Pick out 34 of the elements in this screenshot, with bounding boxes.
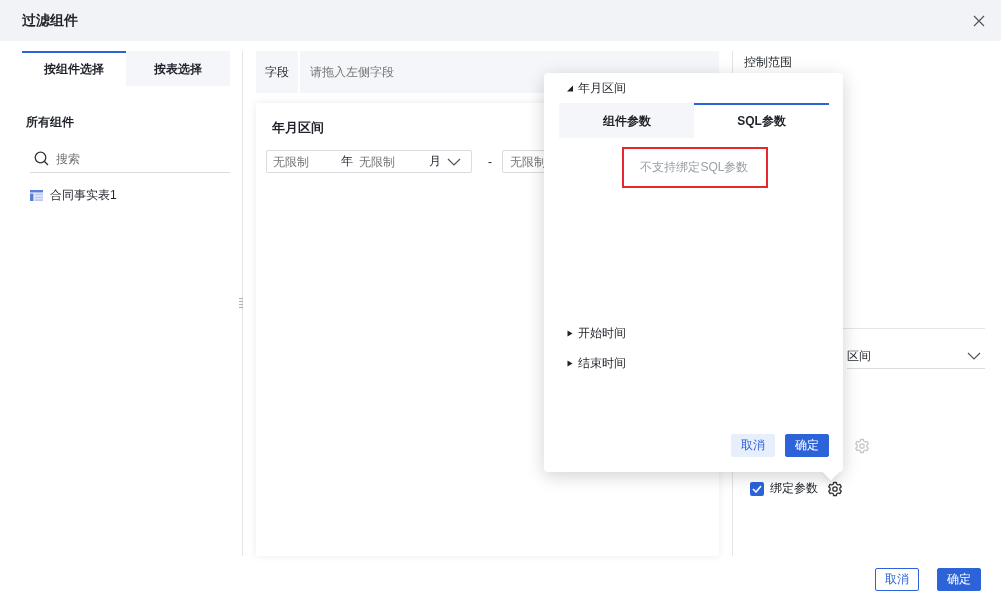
expand-triangle-icon[interactable]: [567, 359, 573, 367]
section-heading: 控制范围: [744, 54, 793, 71]
param-label[interactable]: 开始时间: [578, 324, 626, 342]
selection-tab[interactable]: 按表选择: [126, 51, 230, 86]
year-unit: 年: [341, 153, 353, 170]
checkbox-label: 绑定参数: [770, 480, 818, 497]
section-heading: 所有组件: [26, 114, 75, 131]
chevron-down-icon[interactable]: [447, 157, 461, 166]
close-icon[interactable]: [973, 14, 985, 27]
search-field[interactable]: 搜索: [30, 145, 230, 173]
dialog-title: 过滤组件: [22, 11, 78, 30]
param-tab[interactable]: 组件参数: [559, 103, 694, 138]
dropdown[interactable]: 区间: [847, 344, 985, 369]
table-icon: [30, 190, 43, 201]
cancel-button[interactable]: 取消: [875, 568, 919, 591]
confirm-button[interactable]: 确定: [785, 434, 829, 457]
collapse-triangle-icon[interactable]: [567, 84, 573, 92]
checkbox[interactable]: [750, 481, 764, 496]
component-item[interactable]: 合同事实表1: [50, 187, 117, 204]
chevron-down-icon: [967, 352, 981, 360]
dropdown-value: 区间: [847, 347, 871, 365]
expand-triangle-icon[interactable]: [567, 329, 573, 337]
settings-icon[interactable]: [827, 480, 843, 497]
search-icon: [34, 151, 49, 166]
confirm-button[interactable]: 确定: [937, 568, 981, 591]
widget-title: 年月区间: [272, 119, 324, 137]
range-separator: -: [488, 154, 492, 169]
param-label[interactable]: 结束时间: [578, 354, 626, 372]
unsupported-message: 不支持绑定SQL参数: [621, 147, 768, 188]
field-label: 字段: [256, 51, 300, 93]
month-picker[interactable]: 无限制 年 无限制 月: [266, 150, 472, 173]
resize-handle-icon[interactable]: [239, 297, 243, 309]
month-unit: 月: [429, 153, 441, 170]
cancel-button[interactable]: 取消: [731, 434, 775, 457]
